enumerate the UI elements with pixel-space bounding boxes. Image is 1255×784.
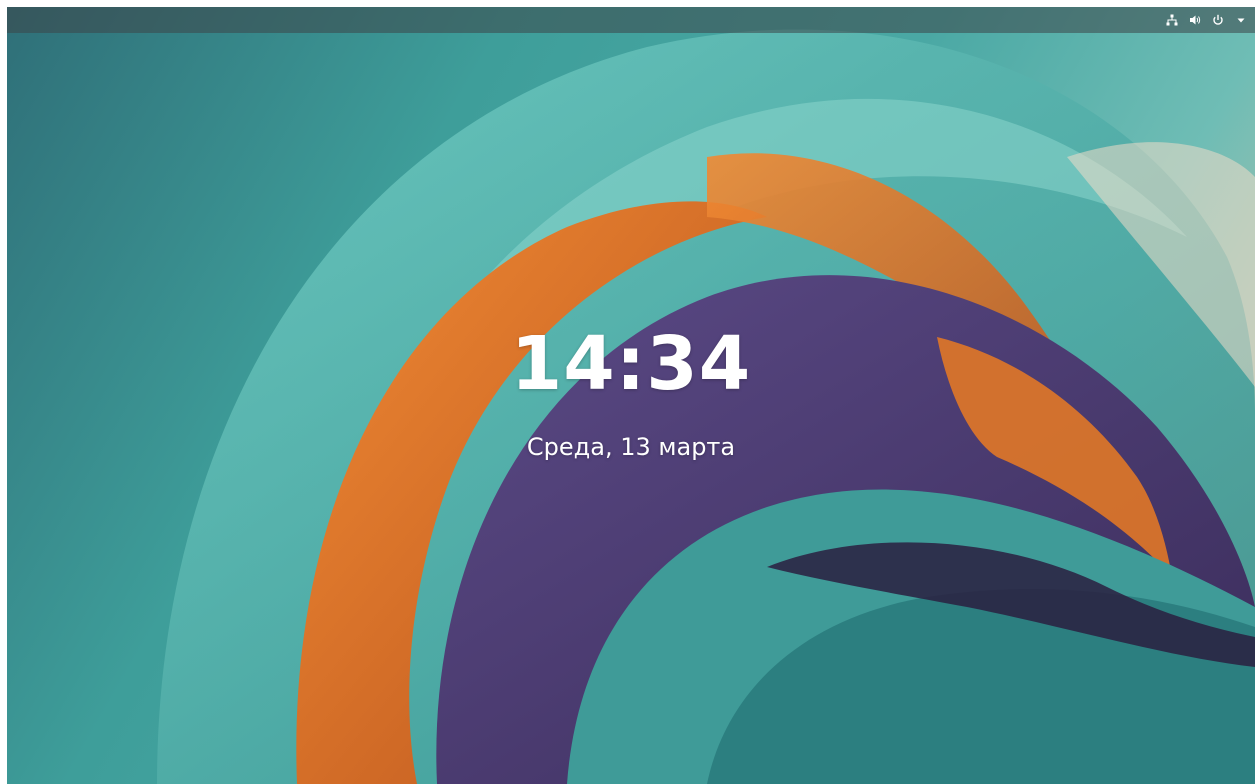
- lock-clock: 14:34: [510, 321, 752, 407]
- volume-icon[interactable]: [1189, 14, 1201, 26]
- lock-date: Среда, 13 марта: [526, 433, 736, 461]
- system-tray[interactable]: [1166, 7, 1247, 33]
- top-panel: [7, 7, 1255, 33]
- network-icon[interactable]: [1166, 14, 1178, 26]
- lock-screen[interactable]: 14:34 Среда, 13 марта: [7, 7, 1255, 784]
- menu-arrow-icon[interactable]: [1235, 14, 1247, 26]
- power-icon[interactable]: [1212, 14, 1224, 26]
